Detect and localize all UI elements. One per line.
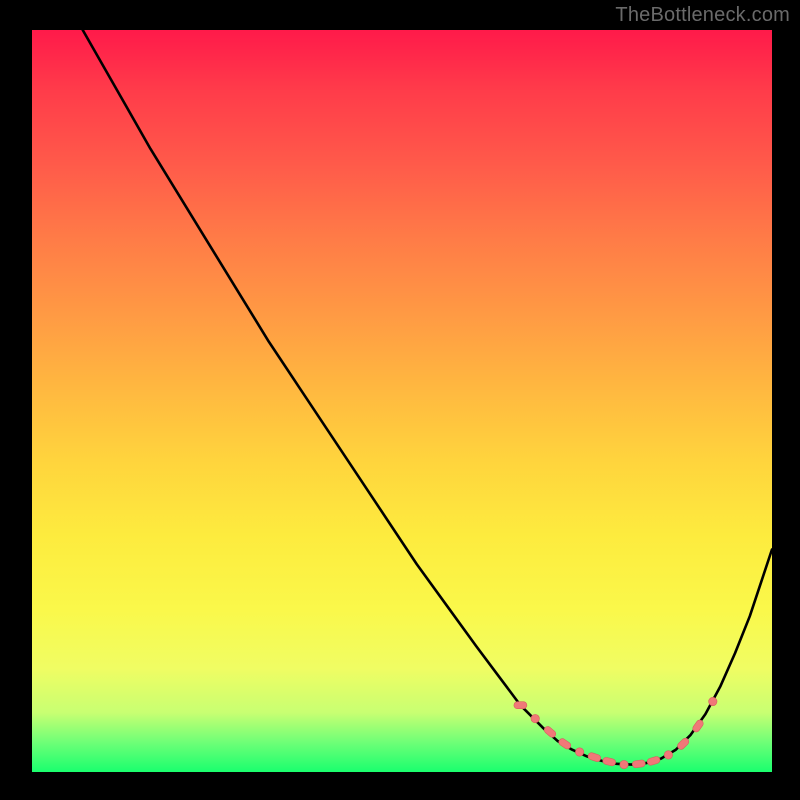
valley-marker	[664, 751, 672, 759]
valley-marker	[575, 748, 583, 756]
valley-marker	[587, 752, 602, 763]
bottleneck-curve	[32, 0, 772, 765]
valley-marker	[531, 714, 539, 722]
valley-marker	[646, 756, 660, 766]
valley-marker	[543, 725, 557, 739]
chart-curve-layer	[0, 0, 800, 800]
valley-marker	[602, 757, 616, 767]
chart-frame: TheBottleneck.com	[0, 0, 800, 800]
valley-marker	[632, 760, 646, 769]
valley-marker	[709, 697, 717, 705]
valley-marker	[620, 760, 628, 768]
valley-marker	[514, 702, 527, 709]
